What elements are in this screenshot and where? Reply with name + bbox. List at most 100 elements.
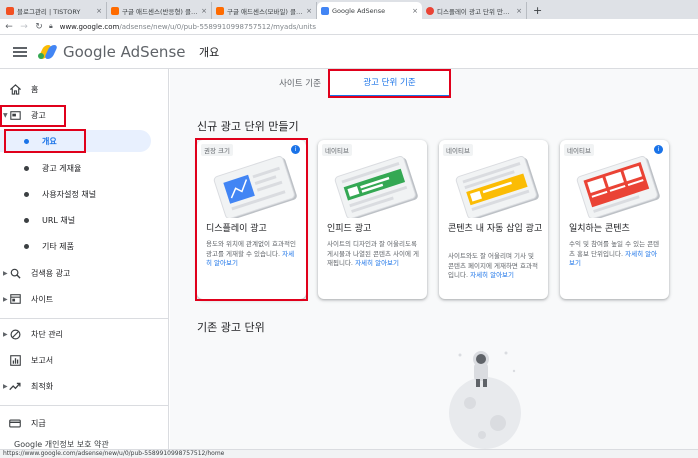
browser-tab-title: Google AdSense xyxy=(332,6,386,15)
brand-name: Google AdSense xyxy=(63,42,186,61)
browser-tab-mobile[interactable]: 구글 애드센스(모바일) 클라고인 × xyxy=(212,2,317,19)
browser-tab-adsense[interactable]: Google AdSense × xyxy=(317,2,422,19)
card-badge: 네이티브 xyxy=(322,144,352,156)
browser-tab-bar: 블로그관리 | TISTORY × 구글 애드센스(반응형) 클라고인 × 구글… xyxy=(0,0,698,19)
tistory-favicon-icon xyxy=(6,6,14,15)
sidebar-item-ads[interactable]: ▼ 광고 xyxy=(0,104,168,126)
new-tab-button[interactable]: + xyxy=(527,2,548,19)
card-in-article-ads[interactable]: 네이티브 콘텐츠 내 자동 삽입 광고 사이트와도 잘 어울리며 기사 및 콘텐… xyxy=(439,140,548,299)
sidebar-item-ad-serving[interactable]: 광고 게재율 xyxy=(0,157,168,179)
hamburger-menu-icon[interactable] xyxy=(13,46,27,57)
card-title: 디스플레이 광고 xyxy=(206,224,267,234)
browser-tab-title: 구글 애드센스(모바일) 클라고인 xyxy=(227,7,303,16)
browser-tab-title: 구글 애드센스(반응형) 클라고인 xyxy=(122,7,198,16)
info-icon[interactable]: i xyxy=(291,145,300,154)
browser-tab-tistory[interactable]: 블로그관리 | TISTORY × xyxy=(2,2,107,19)
sidebar-item-label: 광고 게재율 xyxy=(42,163,82,173)
payments-icon xyxy=(9,417,21,429)
tab-by-ad-unit[interactable]: 광고 단위 기준 xyxy=(330,69,449,97)
back-arrow-icon[interactable]: ← xyxy=(4,22,14,32)
sidebar-item-label: URL 채널 xyxy=(42,215,76,225)
bullet-icon xyxy=(24,243,29,249)
caret-right-icon: ▶ xyxy=(3,330,8,338)
card-display-ads[interactable]: 권장 크기 i 디스플레이 광고 용도와 위치에 관계없이 효과적인 광고를 게… xyxy=(197,140,306,299)
sidebar-item-custom-channels[interactable]: 사용자설정 채널 xyxy=(0,183,168,205)
browser-tab-display-ad[interactable]: 디스플레이 광고 단위 만들기 - / × xyxy=(422,2,527,19)
card-badge: 네이티브 xyxy=(443,144,473,156)
card-badge: 권장 크기 xyxy=(201,144,233,156)
forward-arrow-icon[interactable]: → xyxy=(19,22,29,32)
sidebar-item-label: 검색용 광고 xyxy=(31,268,71,278)
sidebar-divider xyxy=(0,405,168,406)
page-title: 개요 xyxy=(199,45,220,59)
caret-right-icon: ▶ xyxy=(3,295,8,303)
sidebar-item-home[interactable]: 홈 xyxy=(0,78,168,100)
sidebar-item-label: 개요 xyxy=(42,136,57,146)
blog-favicon-icon xyxy=(216,6,224,15)
card-matched-content[interactable]: 네이티브 i 일치하는 콘텐츠 수익 및 참여를 높일 수 있는 콘텐츠 홍보 … xyxy=(560,140,669,299)
sidebar-item-label: 사용자설정 채널 xyxy=(42,189,97,199)
browser-tab-title: 디스플레이 광고 단위 만들기 - / xyxy=(437,7,513,16)
url-path: /adsense/new/u/0/pub-5589910998757512/my… xyxy=(119,22,316,31)
card-title: 콘텐츠 내 자동 삽입 광고 xyxy=(448,224,543,234)
sidebar-item-label: 사이트 xyxy=(31,294,54,304)
close-tab-icon[interactable]: × xyxy=(516,7,522,15)
browser-tab-responsive[interactable]: 구글 애드센스(반응형) 클라고인 × xyxy=(107,2,212,19)
display-ad-illustration xyxy=(213,156,297,218)
sidebar-item-label: 광고 xyxy=(31,110,46,120)
main-content: 사이트 기준 광고 단위 기준 신규 광고 단위 만들기 권장 크기 i 디스플… xyxy=(170,69,698,449)
sidebar: 홈 ▼ 광고 개요 광고 게재율 사용자설정 채널 URL 채널 기타 제품 ▶… xyxy=(0,69,169,449)
card-title: 일치하는 콘텐츠 xyxy=(569,224,630,234)
sidebar-item-other-products[interactable]: 기타 제품 xyxy=(0,235,168,257)
sidebar-item-label: 홈 xyxy=(31,84,39,94)
card-description: 용도와 위치에 관계없이 효과적인 광고를 게재할 수 있습니다. 자세히 알아… xyxy=(206,240,300,269)
reload-icon[interactable]: ↻ xyxy=(34,22,44,32)
sidebar-item-reports[interactable]: 보고서 xyxy=(0,349,168,371)
sidebar-item-sites[interactable]: ▶ 사이트 xyxy=(0,288,168,310)
sidebar-item-payments[interactable]: 지급 xyxy=(0,412,168,434)
existing-ad-units-title: 기존 광고 단위 xyxy=(197,321,265,334)
learn-more-link[interactable]: 자세히 알아보기 xyxy=(355,259,399,267)
browser-status-bar: https://www.google.com/adsense/new/u/0/p… xyxy=(0,449,698,458)
sidebar-divider xyxy=(0,318,168,319)
optimize-icon xyxy=(9,380,21,392)
reports-icon xyxy=(9,354,21,366)
url-field[interactable]: www.google.com/adsense/new/u/0/pub-55899… xyxy=(60,23,316,31)
address-bar: ← → ↻ 🔒︎ www.google.com/adsense/new/u/0/… xyxy=(0,19,698,35)
info-icon[interactable]: i xyxy=(654,145,663,154)
close-tab-icon[interactable]: × xyxy=(306,7,312,15)
url-host: www.google.com xyxy=(59,22,120,31)
sidebar-item-overview[interactable]: 개요 xyxy=(0,130,151,152)
home-icon xyxy=(9,83,21,95)
bullet-icon xyxy=(24,191,29,197)
sidebar-item-search-ads[interactable]: ▶ 검색용 광고 xyxy=(0,262,168,284)
sidebar-item-label: 지급 xyxy=(31,418,46,428)
sidebar-item-optimization[interactable]: ▶ 최적화 xyxy=(0,375,168,397)
card-in-feed-ads[interactable]: 네이티브 인피드 광고 사이트의 디자인과 잘 어울리도록 게시물과 나열된 콘… xyxy=(318,140,427,299)
learn-more-link[interactable]: 자세히 알아보기 xyxy=(470,271,514,279)
blog-favicon-icon xyxy=(111,6,119,15)
caret-right-icon: ▶ xyxy=(3,382,8,390)
sidebar-item-url-channels[interactable]: URL 채널 xyxy=(0,209,168,231)
close-tab-icon[interactable]: × xyxy=(412,7,418,15)
sidebar-item-label: 기타 제품 xyxy=(42,241,74,251)
sidebar-item-label: 보고서 xyxy=(31,355,54,365)
sites-icon xyxy=(9,293,21,305)
card-description: 수익 및 참여를 높일 수 있는 콘텐츠 홍보 단위입니다. 자세히 알아보기 xyxy=(569,240,663,269)
close-tab-icon[interactable]: × xyxy=(201,7,207,15)
lock-icon[interactable]: 🔒︎ xyxy=(49,22,53,31)
adsense-favicon-icon xyxy=(321,6,329,15)
block-icon xyxy=(9,328,21,340)
google-favicon-icon xyxy=(426,6,434,15)
sidebar-item-label: 차단 관리 xyxy=(31,329,63,339)
caret-right-icon: ▶ xyxy=(3,269,8,277)
astronaut-moon-illustration xyxy=(449,351,521,449)
adsense-logo-icon xyxy=(37,44,59,59)
search-ads-icon xyxy=(9,267,21,279)
matched-content-illustration xyxy=(576,156,660,218)
card-title: 인피드 광고 xyxy=(327,224,372,234)
sidebar-item-blocking[interactable]: ▶ 차단 관리 xyxy=(0,323,168,345)
close-tab-icon[interactable]: × xyxy=(96,7,102,15)
in-article-ad-illustration xyxy=(455,156,539,218)
caret-down-icon: ▼ xyxy=(3,111,8,119)
